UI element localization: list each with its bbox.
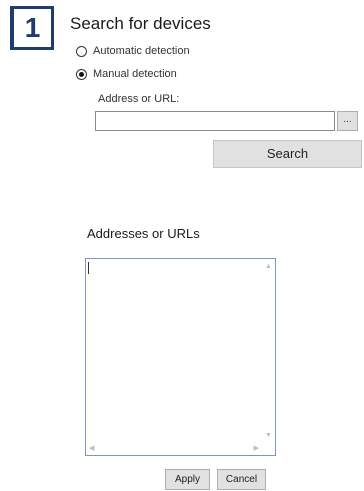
- radio-unchecked-icon: [76, 45, 87, 57]
- addresses-list-label: Addresses or URLs: [87, 226, 200, 241]
- vertical-scrollbar[interactable]: ▲ ▼: [262, 259, 275, 442]
- search-devices-title: Search for devices: [70, 14, 211, 33]
- manual-detection-radio[interactable]: Manual detection: [76, 68, 177, 80]
- step-number-badge: 1: [10, 6, 54, 50]
- apply-button[interactable]: Apply: [165, 469, 210, 490]
- caret-right-icon[interactable]: ▶: [254, 445, 259, 452]
- automatic-detection-label: Automatic detection: [93, 45, 190, 57]
- addresses-textarea[interactable]: ▲ ▼ ◀ ▶: [85, 258, 276, 456]
- browse-button[interactable]: ...: [337, 111, 358, 131]
- manual-detection-label: Manual detection: [93, 68, 177, 80]
- text-caret: [88, 262, 89, 274]
- horizontal-scrollbar[interactable]: ◀ ▶: [86, 442, 275, 455]
- caret-up-icon[interactable]: ▲: [265, 263, 272, 270]
- search-button[interactable]: Search: [213, 140, 362, 168]
- automatic-detection-radio[interactable]: Automatic detection: [76, 45, 190, 57]
- caret-down-icon[interactable]: ▼: [265, 432, 272, 439]
- address-field-label: Address or URL:: [98, 93, 180, 105]
- address-input[interactable]: [95, 111, 335, 131]
- cancel-button[interactable]: Cancel: [217, 469, 266, 490]
- radio-checked-icon: [76, 68, 87, 80]
- caret-left-icon[interactable]: ◀: [89, 445, 94, 452]
